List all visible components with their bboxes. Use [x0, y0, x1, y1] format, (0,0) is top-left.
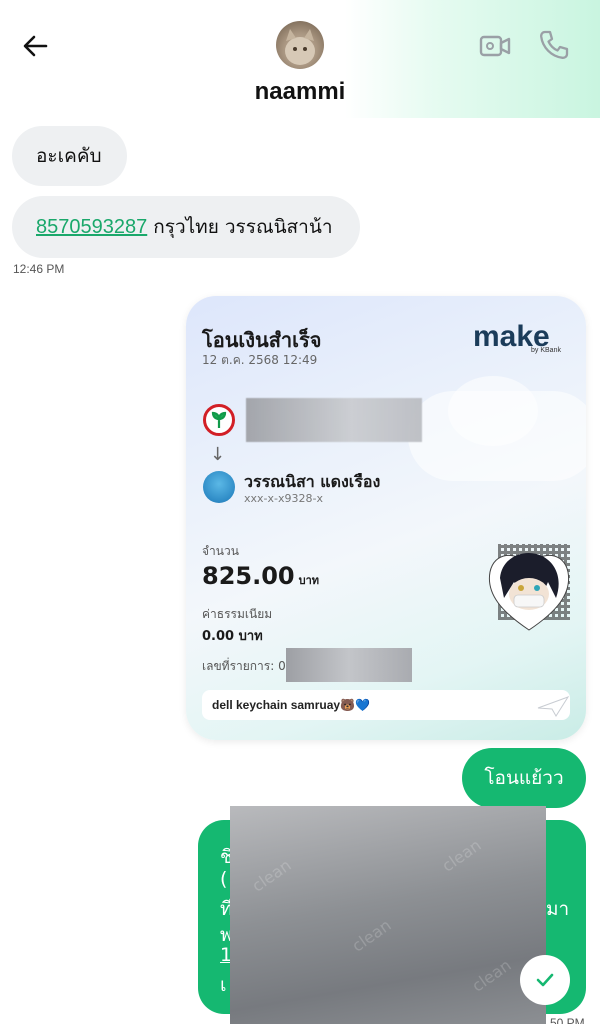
redacted-reference: [286, 648, 412, 682]
redacted-image: clean clean clean clean: [230, 806, 546, 1024]
message-timestamp: 50 PM: [550, 1016, 585, 1024]
message-timestamp: 12:46 PM: [13, 262, 65, 276]
watermark-text: clean: [248, 855, 295, 896]
amount-number: 825.00: [202, 562, 295, 590]
contact-name: naammi: [254, 78, 346, 105]
chat-header: naammi: [0, 0, 600, 118]
fee-value: 0.00 บาท: [202, 629, 263, 644]
reference-label: เลขที่รายการ: 04: [202, 659, 294, 673]
avatar[interactable]: [276, 21, 324, 69]
message-text: โอนแย้วว: [484, 767, 564, 789]
message-text: กรุวไทย วรรณนิสาน้า: [153, 216, 333, 238]
watermark-text: clean: [348, 915, 395, 956]
check-icon: [536, 973, 554, 987]
recipient-account: xxx-x-x9328-x: [244, 492, 323, 505]
transfer-slip-image[interactable]: โอนเงินสำเร็จ 12 ต.ค. 2568 12:49 make by…: [186, 296, 586, 740]
scroll-down-button[interactable]: [520, 955, 570, 1005]
watermark-text: clean: [438, 835, 485, 876]
amount-unit: บาท: [298, 574, 320, 587]
logo-subtitle: by KBank: [531, 347, 561, 354]
transfer-note: dell keychain samruay🐻💙: [202, 690, 570, 720]
fee-label: ค่าธรรมเนียม: [202, 607, 273, 621]
video-camera-icon: [479, 35, 511, 57]
incoming-message[interactable]: 8570593287 กรุวไทย วรรณนิสาน้า: [12, 196, 360, 258]
arrow-left-icon: [23, 35, 48, 57]
paper-plane-icon: [537, 696, 570, 717]
outgoing-message[interactable]: โอนแย้วว: [462, 748, 586, 808]
message-fragment: เ: [220, 974, 227, 996]
message-fragment: (: [220, 868, 228, 890]
cloud-decoration: [448, 376, 538, 446]
voice-call-button[interactable]: [537, 28, 571, 62]
character-sticker-icon: [488, 552, 570, 631]
phone-icon: [540, 30, 569, 59]
redacted-sender: [246, 398, 422, 442]
amount-label: จำนวน: [202, 544, 239, 558]
incoming-message[interactable]: อะเคคับ: [12, 126, 127, 186]
kbank-logo-icon: [203, 404, 235, 436]
cat-avatar-icon: [285, 29, 315, 65]
message-fragment: มา: [546, 898, 570, 920]
back-button[interactable]: [20, 30, 52, 62]
video-call-button[interactable]: [478, 30, 512, 62]
message-text: อะเคคับ: [36, 145, 102, 167]
watermark-text: clean: [468, 955, 515, 996]
arrow-down-icon: ↓: [210, 444, 226, 465]
account-number-link[interactable]: 8570593287: [36, 216, 147, 239]
slip-date: 12 ต.ค. 2568 12:49: [202, 353, 318, 367]
amount-value: 825.00 บาท: [202, 562, 319, 590]
bank-logo-icon: [203, 471, 235, 503]
